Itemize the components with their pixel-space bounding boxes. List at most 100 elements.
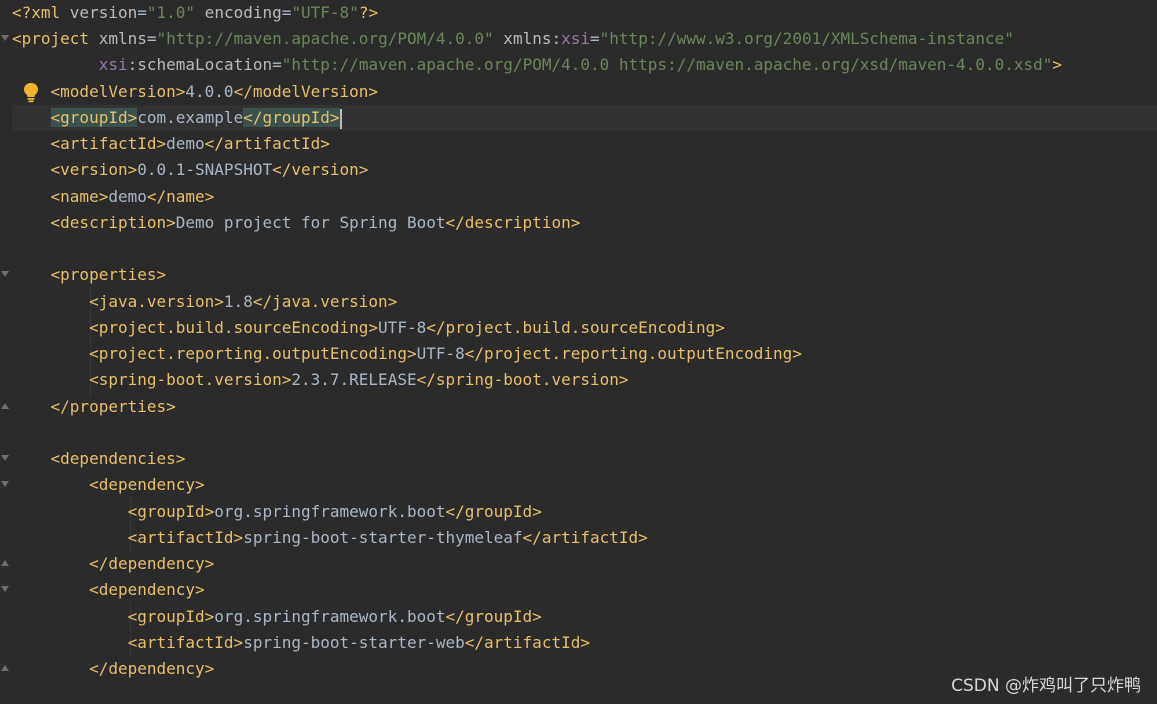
tag-open: <artifactId> [127, 633, 244, 652]
tag-close: </groupId> [445, 607, 542, 626]
gutter [0, 0, 12, 704]
code-line: <groupId>org.springframework.boot</group… [12, 604, 1157, 630]
lightbulb-icon[interactable] [20, 81, 42, 103]
fold-marker-icon[interactable] [1, 560, 9, 566]
tag-open: <dependency> [89, 475, 205, 494]
tag-open-highlighted: <groupId> [50, 108, 138, 127]
attr-name: schemaLocation [137, 55, 273, 74]
code-line: <project.build.sourceEncoding>UTF-8</pro… [12, 315, 1157, 341]
attr-name: encoding [195, 3, 282, 22]
tag-open: <groupId> [127, 502, 215, 521]
fold-marker-icon[interactable] [1, 455, 9, 461]
tag-value: demo [166, 134, 205, 153]
fold-marker-icon[interactable] [1, 586, 9, 592]
tag-open: <project [12, 29, 99, 48]
code-line: <dependencies> [12, 446, 1157, 472]
tag-value: 1.8 [223, 292, 253, 311]
attr-value: "http://maven.apache.org/POM/4.0.0 https… [281, 55, 1053, 74]
tag-open: <project.build.sourceEncoding> [89, 318, 379, 337]
tag-open: <groupId> [127, 607, 215, 626]
attr-name: xmlns [493, 29, 552, 48]
colon: : [127, 55, 138, 74]
tag-close: </spring-boot.version> [416, 370, 629, 389]
tag-open: <java.version> [89, 292, 224, 311]
tag-close: </modelVersion> [233, 82, 379, 101]
tag-close-highlighted: </groupId> [243, 108, 340, 127]
attr-value: "http://maven.apache.org/POM/4.0.0" [156, 29, 494, 48]
tag-close: </description> [445, 213, 581, 232]
tag-open: <artifactId> [127, 528, 244, 547]
code-line: <version>0.0.1-SNAPSHOT</version> [12, 157, 1157, 183]
tag-open: <name> [50, 187, 109, 206]
code-line: <groupId>org.springframework.boot</group… [12, 499, 1157, 525]
code-line: <dependency> [12, 577, 1157, 603]
attr-value: "UTF-8" [291, 3, 359, 22]
code-line: </properties> [12, 394, 1157, 420]
tag-value: UTF-8 [416, 344, 465, 363]
code-editor[interactable]: <?xml version="1.0" encoding="UTF-8"?> <… [0, 0, 1157, 704]
equals: = [146, 29, 157, 48]
tag-close: </properties> [50, 397, 176, 416]
tag-close: </dependency> [89, 554, 215, 573]
tag-value: com.example [137, 108, 244, 127]
code-line: <artifactId>spring-boot-starter-thymelea… [12, 525, 1157, 551]
colon: : [551, 29, 562, 48]
tag-close: </project.build.sourceEncoding> [426, 318, 725, 337]
equals: = [272, 55, 282, 74]
attr-name: xmlns [98, 29, 147, 48]
tag-open: <project.reporting.outputEncoding> [89, 344, 417, 363]
code-line: <java.version>1.8</java.version> [12, 289, 1157, 315]
text-caret [339, 108, 342, 129]
fold-marker-icon[interactable] [1, 665, 9, 671]
tag-close: </java.version> [252, 292, 398, 311]
tag-value: 2.3.7.RELEASE [291, 370, 417, 389]
tag-close: </artifactId> [464, 633, 590, 652]
fold-marker-icon[interactable] [1, 35, 9, 41]
code-line: <name>demo</name> [12, 184, 1157, 210]
tag-close: </name> [146, 187, 215, 206]
code-line-current: <groupId>com.example</groupId> [12, 105, 1157, 131]
tag-value: UTF-8 [378, 318, 427, 337]
tag-value: spring-boot-starter-thymeleaf [243, 528, 523, 547]
fold-marker-icon[interactable] [1, 481, 9, 487]
tag-open: <version> [50, 160, 138, 179]
code-line: <dependency> [12, 472, 1157, 498]
code-line: <modelVersion>4.0.0</modelVersion> [12, 79, 1157, 105]
tag-value: spring-boot-starter-web [243, 633, 465, 652]
code-line: <project xmlns="http://maven.apache.org/… [12, 26, 1157, 52]
equals: = [281, 3, 292, 22]
tag-close: </groupId> [445, 502, 542, 521]
equals: = [590, 29, 600, 48]
code-line: <description>Demo project for Spring Boo… [12, 210, 1157, 236]
watermark: CSDN @炸鸡叫了只炸鸭 [951, 676, 1141, 696]
xml-prolog-open: <?xml [12, 3, 70, 22]
namespace: xsi [561, 29, 591, 48]
tag-open: <dependency> [89, 580, 205, 599]
attr-name: version [69, 3, 138, 22]
tag-open: <description> [50, 213, 176, 232]
tag-value: org.springframework.boot [214, 502, 446, 521]
tag-value: Demo project for Spring Boot [175, 213, 446, 232]
tag-close: </artifactId> [204, 134, 330, 153]
code-line: <properties> [12, 262, 1157, 288]
attr-value: "http://www.w3.org/2001/XMLSchema-instan… [599, 29, 1014, 48]
tag-value: org.springframework.boot [214, 607, 446, 626]
tag-open: <spring-boot.version> [89, 370, 292, 389]
code-line: xsi:schemaLocation="http://maven.apache.… [12, 52, 1157, 78]
tag-close: </artifactId> [522, 528, 648, 547]
code-line: <spring-boot.version>2.3.7.RELEASE</spri… [12, 367, 1157, 393]
tag-close: </project.reporting.outputEncoding> [464, 344, 802, 363]
code-line: <artifactId>spring-boot-starter-web</art… [12, 630, 1157, 656]
tag-open: <artifactId> [50, 134, 167, 153]
fold-marker-icon[interactable] [1, 403, 9, 409]
tag-open: <properties> [50, 265, 167, 284]
attr-value: "1.0" [146, 3, 196, 22]
equals: = [137, 3, 147, 22]
namespace: xsi [98, 55, 128, 74]
tag-close: > [1052, 55, 1063, 74]
code-line: <artifactId>demo</artifactId> [12, 131, 1157, 157]
tag-close: </version> [272, 160, 369, 179]
tag-value: demo [108, 187, 147, 206]
xml-prolog-close: ?> [358, 3, 379, 22]
fold-marker-icon[interactable] [1, 271, 9, 277]
